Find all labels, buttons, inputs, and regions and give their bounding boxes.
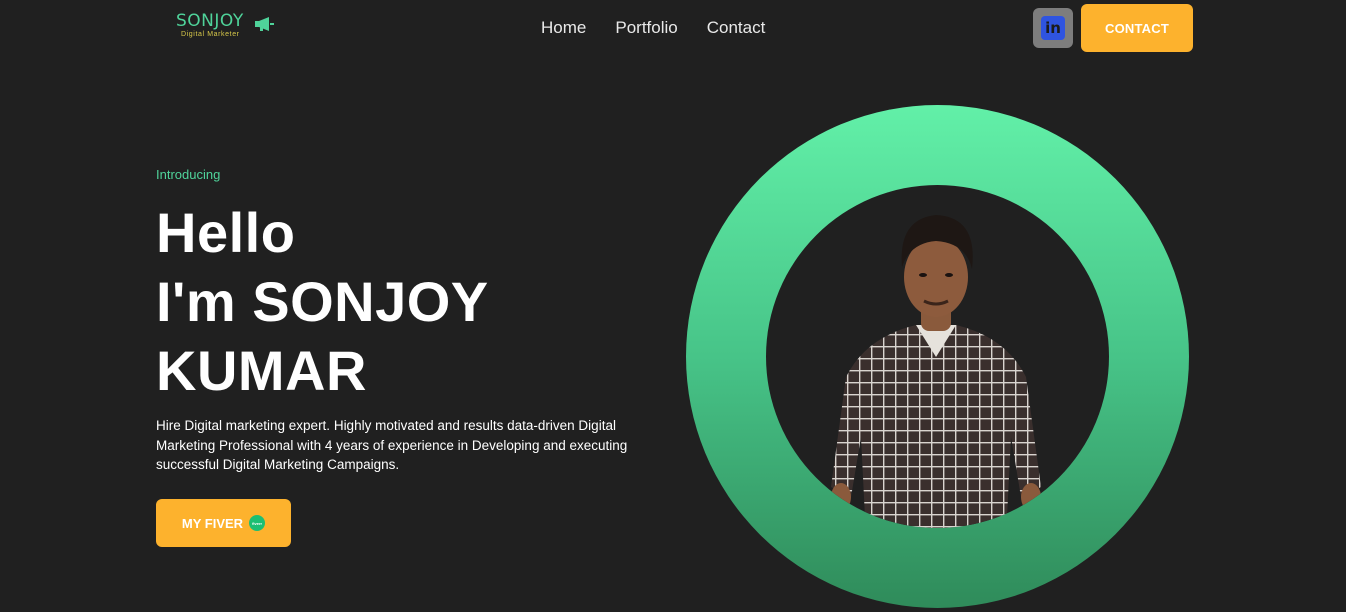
hero-title-line-1: Hello <box>156 201 296 264</box>
linkedin-button[interactable]: in <box>1033 8 1073 48</box>
page: SONJOY Digital Marketer Home Portfolio C… <box>0 0 1346 612</box>
portrait-ring <box>686 105 1189 608</box>
portrait-photo <box>831 215 1041 528</box>
nav-portfolio[interactable]: Portfolio <box>615 17 677 39</box>
my-fiver-button[interactable]: MY FIVER fiverr <box>156 499 291 547</box>
logo[interactable]: SONJOY Digital Marketer <box>176 11 276 41</box>
main-nav: Home Portfolio Contact <box>541 17 765 39</box>
nav-contact[interactable]: Contact <box>707 17 766 39</box>
logo-name: SONJOY <box>176 11 244 31</box>
hero-title-line-3: KUMAR <box>156 339 367 402</box>
linkedin-icon: in <box>1041 16 1065 40</box>
megaphone-icon <box>255 17 274 31</box>
intro-label: Introducing <box>156 167 221 182</box>
my-fiver-label: MY FIVER <box>181 515 244 531</box>
fiverr-icon: fiverr <box>249 515 266 531</box>
contact-button[interactable]: CONTACT <box>1081 4 1193 52</box>
nav-home[interactable]: Home <box>541 17 586 39</box>
hero-title: Hello I'm SONJOY KUMAR <box>156 198 489 405</box>
hero-description: Hire Digital marketing expert. Highly mo… <box>156 418 628 472</box>
logo-tagline: Digital Marketer <box>181 31 240 38</box>
hero-title-line-2: I'm SONJOY <box>156 270 489 333</box>
portrait-frame <box>766 185 1109 528</box>
